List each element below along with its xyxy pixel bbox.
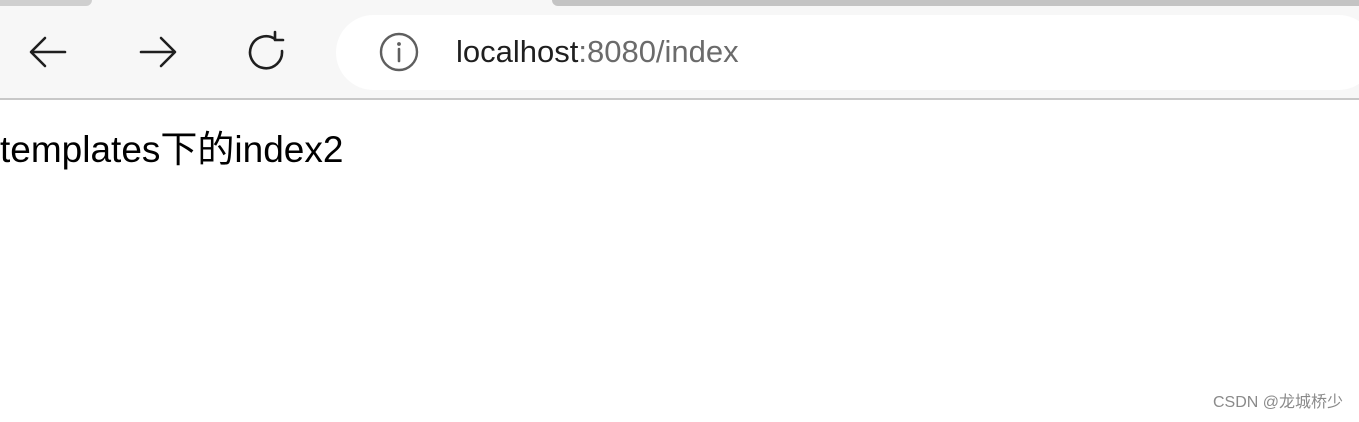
url-host: localhost (456, 34, 579, 69)
reload-icon (248, 30, 285, 70)
browser-toolbar: localhost:8080/index (0, 0, 1359, 100)
page-content: templates下的index2 (0, 100, 1359, 422)
url-text[interactable]: localhost:8080/index (456, 31, 739, 73)
info-icon[interactable] (378, 31, 420, 73)
watermark: CSDN @龙城桥少 (1212, 394, 1343, 411)
arrow-left-icon (29, 36, 67, 68)
url-path: :8080/index (578, 34, 739, 69)
reload-button[interactable] (239, 24, 295, 80)
page-body-text: templates下的index2 (0, 129, 344, 170)
tab-strip-right (552, 0, 1359, 6)
arrow-right-icon (139, 36, 177, 68)
address-bar[interactable]: localhost:8080/index (336, 15, 1359, 90)
back-button[interactable] (20, 24, 76, 80)
forward-button[interactable] (130, 24, 186, 80)
tab-strip-left (0, 0, 92, 6)
